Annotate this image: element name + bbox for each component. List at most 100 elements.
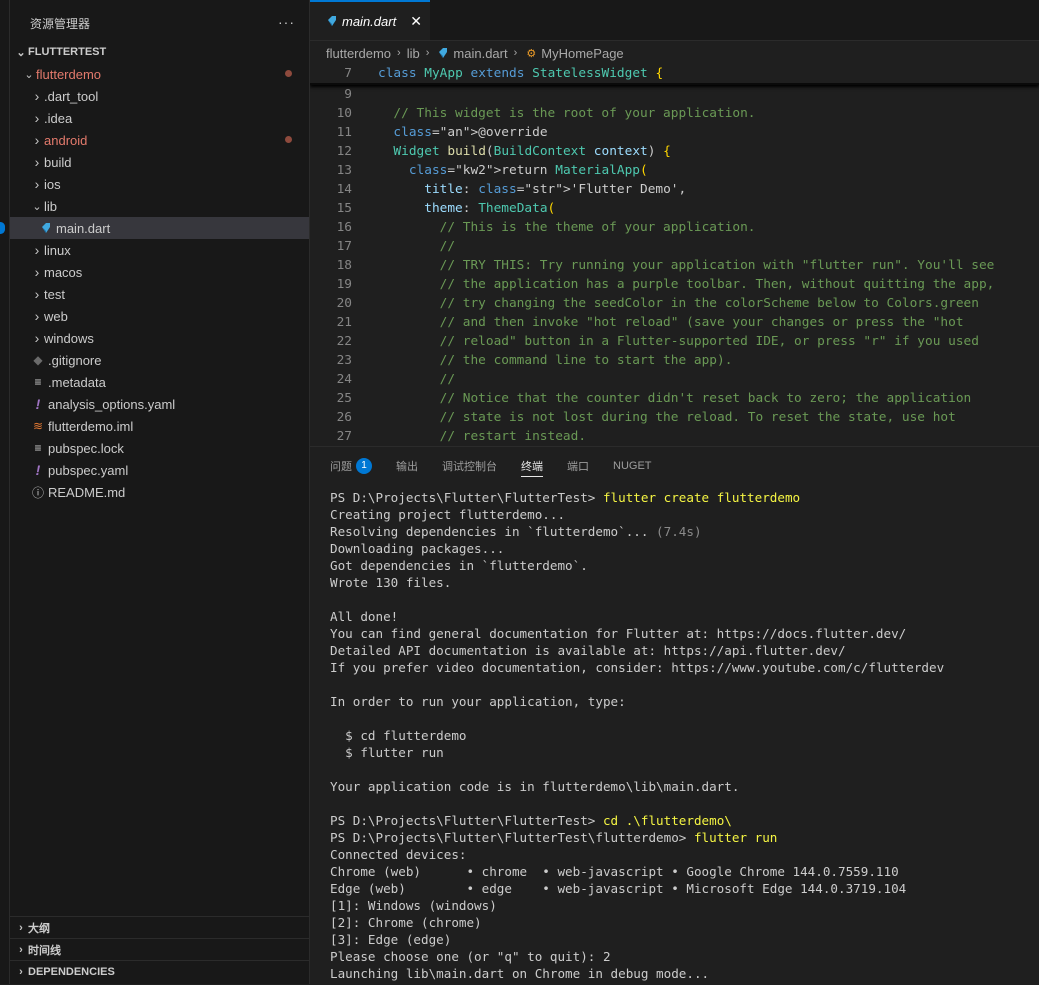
code-line[interactable]: 20 // try changing the seedColor in the … (310, 294, 1039, 313)
project-header[interactable]: ⌄ FLUTTERTEST (10, 46, 309, 59)
code-line[interactable]: 10 // This widget is the root of your ap… (310, 104, 1039, 123)
sticky-scroll-line[interactable]: 7 class MyApp extends StatelessWidget { (310, 64, 1039, 85)
tree-item[interactable]: › windows (10, 327, 309, 349)
code-text: class MyApp extends StatelessWidget { (378, 66, 664, 81)
code-text: class="an">@override (393, 125, 548, 140)
line-number: 25 (336, 391, 352, 406)
tree-item-label: linux (44, 242, 71, 258)
section-outline[interactable]: › 大纲 (10, 916, 309, 938)
tab-main-dart[interactable]: main.dart ✕ (310, 0, 430, 40)
tree-item[interactable]: ≡ pubspec.lock (10, 437, 309, 459)
tree-item[interactable]: ⓘ README.md (10, 481, 309, 503)
tree-item[interactable]: › web (10, 305, 309, 327)
tree-item[interactable]: › macos (10, 261, 309, 283)
output-text: Edge (web) • edge • web-javascript • Mic… (330, 881, 907, 896)
code-line[interactable]: 13 class="kw2">return MaterialApp( (310, 161, 1039, 180)
code-line[interactable]: 27 // restart instead. (310, 427, 1039, 444)
terminal-line: Resolving dependencies in `flutterdemo`.… (330, 523, 1039, 540)
terminal-line: Wrote 130 files. (330, 574, 1039, 591)
tab-label: main.dart (342, 13, 397, 29)
terminal-line: If you prefer video documentation, consi… (330, 659, 1039, 676)
tree-item-label: .idea (44, 110, 73, 126)
breadcrumb-item[interactable]: lib (407, 46, 420, 61)
tree-item[interactable]: › linux (10, 239, 309, 261)
tab-debug-console[interactable]: 调试控制台 (442, 447, 497, 485)
chevron-right-icon: › (34, 176, 40, 192)
section-dependencies[interactable]: › DEPENDENCIES (10, 960, 309, 982)
chevron-down-icon: ⌄ (24, 68, 34, 81)
line-number: 17 (336, 239, 352, 254)
tab-output[interactable]: 输出 (396, 447, 418, 485)
project-name: FLUTTERTEST (28, 46, 107, 58)
code-line[interactable]: 19 // the application has a purple toolb… (310, 275, 1039, 294)
terminal-line: [3]: Edge (edge) (330, 931, 1039, 948)
tab-nuget[interactable]: NUGET (613, 447, 652, 485)
tree-item[interactable]: ⌄ flutterdemo (10, 63, 309, 85)
more-actions-icon[interactable]: ··· (278, 14, 295, 30)
modified-dot (285, 70, 292, 77)
tab-problems[interactable]: 问题 1 (330, 447, 372, 485)
code-line[interactable]: 15 theme: ThemeData( (310, 199, 1039, 218)
code-line[interactable]: 22 // reload" button in a Flutter-suppor… (310, 332, 1039, 351)
line-number: 7 (344, 66, 352, 81)
code-line[interactable]: 12 Widget build(BuildContext context) { (310, 142, 1039, 161)
code-text: // TRY THIS: Try running your applicatio… (378, 258, 995, 273)
panel-tabs: 问题 1 输出 调试控制台 终端 端口 NUGET (310, 447, 1039, 485)
tab-terminal[interactable]: 终端 (521, 447, 543, 485)
breadcrumb-item[interactable]: MyHomePage (541, 46, 623, 61)
tree-item[interactable]: main.dart (10, 217, 309, 239)
dart-icon (435, 47, 451, 59)
close-icon[interactable]: ✕ (410, 13, 422, 30)
code-line[interactable]: 24 // (310, 370, 1039, 389)
chevron-right-icon: › (34, 110, 40, 126)
breadcrumb-item[interactable]: main.dart (453, 46, 507, 61)
output-text: [1]: Windows (windows) (330, 898, 497, 913)
line-number: 10 (336, 106, 352, 121)
code-editor[interactable]: 7 class MyApp extends StatelessWidget {9 1… (310, 64, 1039, 444)
line-number: 16 (336, 220, 352, 235)
tree-item[interactable]: ≋ flutterdemo.iml (10, 415, 309, 437)
tab-ports[interactable]: 端口 (567, 447, 589, 485)
dart-icon (324, 15, 340, 27)
code-line[interactable]: 16 // This is the theme of your applicat… (310, 218, 1039, 237)
tree-item[interactable]: › .dart_tool (10, 85, 309, 107)
tree-item[interactable]: › ios (10, 173, 309, 195)
breadcrumb-item[interactable]: flutterdemo (326, 46, 391, 61)
code-line[interactable]: 25 // Notice that the counter didn't res… (310, 389, 1039, 408)
explorer-sidebar: 资源管理器 ··· ⌄ FLUTTERTEST ⌄ flutterdemo › .da… (10, 0, 310, 984)
code-line[interactable]: 23 // the command line to start the app)… (310, 351, 1039, 370)
tree-item[interactable]: › test (10, 283, 309, 305)
code-line[interactable]: 14 title: class="str">'Flutter Demo', (310, 180, 1039, 199)
chevron-right-icon: › (34, 132, 40, 148)
code-text: theme: ThemeData( (424, 201, 556, 216)
tree-item[interactable]: ⌄ lib (10, 195, 309, 217)
code-line[interactable]: 9 (310, 85, 1039, 104)
tree-item-label: test (44, 286, 65, 302)
terminal-line: Creating project flutterdemo... (330, 506, 1039, 523)
output-text: $ flutter run (330, 745, 444, 760)
tree-item[interactable]: › build (10, 151, 309, 173)
code-line[interactable]: 18 // TRY THIS: Try running your applica… (310, 256, 1039, 275)
terminal-line: Please choose one (or "q" to quit): 2 (330, 948, 1039, 965)
tree-item[interactable]: ≡ .metadata (10, 371, 309, 393)
terminal-line: Your application code is in flutterdemo\… (330, 778, 1039, 795)
tree-item[interactable]: ◆ .gitignore (10, 349, 309, 371)
tree-item-label: android (44, 132, 88, 148)
chevron-right-icon: › (425, 47, 430, 59)
line-number: 22 (336, 334, 352, 349)
code-text: // This is the theme of your application… (378, 220, 756, 235)
tree-item[interactable]: › .idea (10, 107, 309, 129)
code-line[interactable]: 17 // (310, 237, 1039, 256)
tab-label: 端口 (567, 461, 589, 473)
section-timeline[interactable]: › 时间线 (10, 938, 309, 960)
code-line[interactable]: 11 class="an">@override (310, 123, 1039, 142)
tree-item[interactable]: › android (10, 129, 309, 151)
terminal-output[interactable]: PS D:\Projects\Flutter\FlutterTest> flut… (310, 489, 1039, 982)
tree-item-label: main.dart (56, 220, 111, 236)
code-line[interactable]: 21 // and then invoke "hot reload" (save… (310, 313, 1039, 332)
code-line[interactable]: 26 // state is not lost during the reloa… (310, 408, 1039, 427)
yaml-icon: ! (35, 462, 41, 478)
tree-item[interactable]: ! pubspec.yaml (10, 459, 309, 481)
tree-item[interactable]: ! analysis_options.yaml (10, 393, 309, 415)
line-number: 21 (336, 315, 352, 330)
